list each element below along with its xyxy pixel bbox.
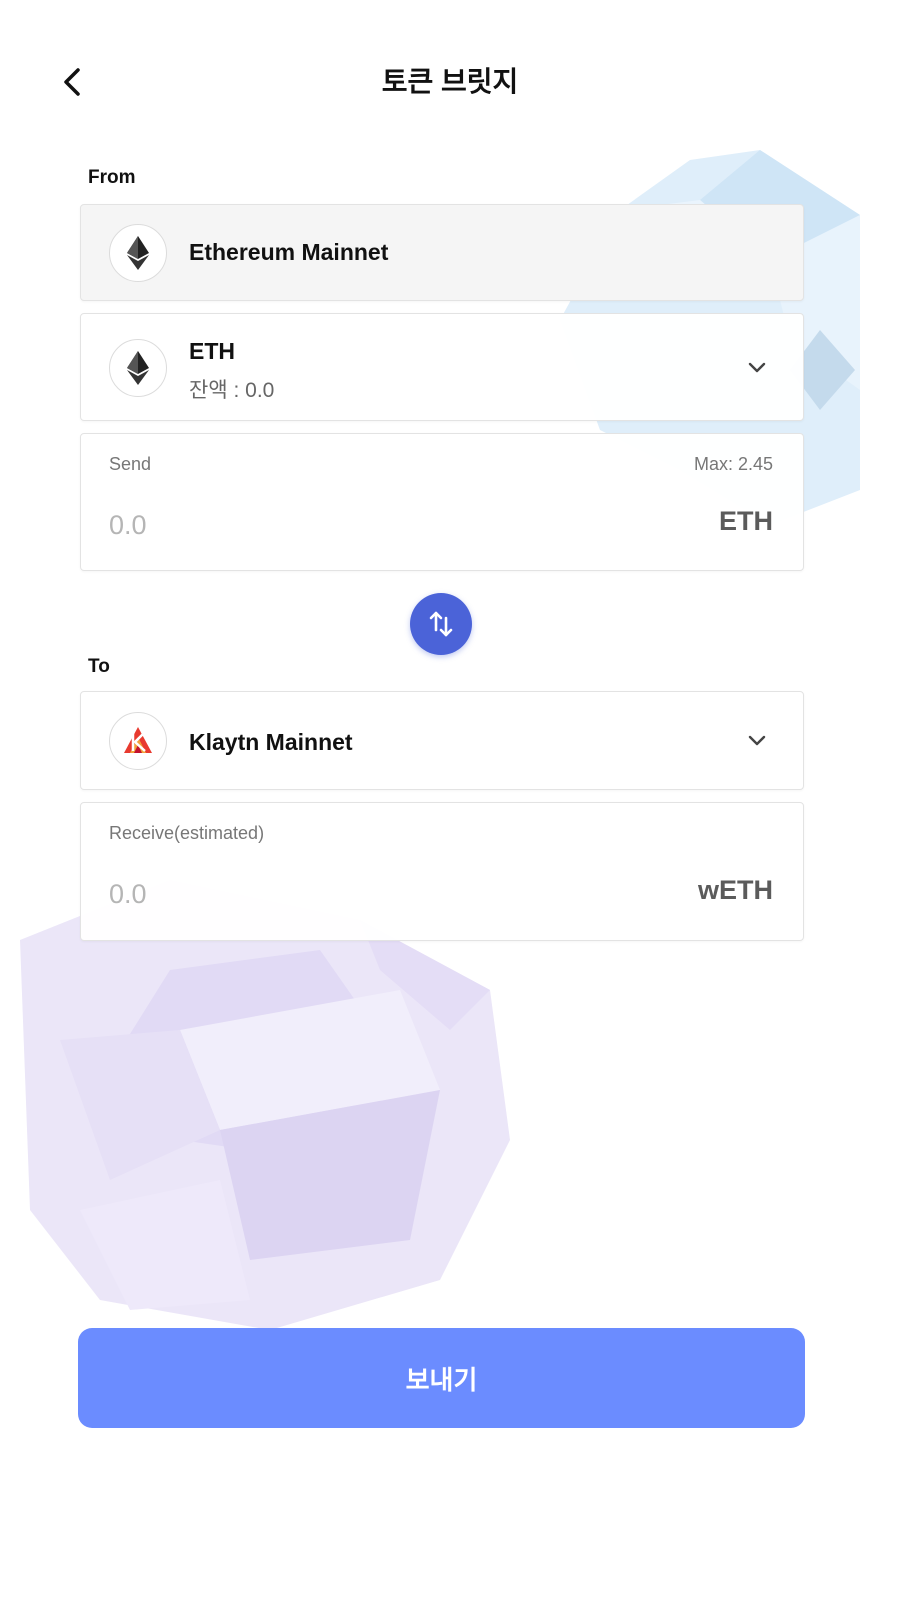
send-button[interactable]: 보내기 (78, 1328, 805, 1428)
swap-arrows-icon (429, 611, 453, 637)
receive-unit: wETH (697, 875, 773, 905)
background-decoration-bottom (20, 880, 510, 1330)
send-unit: ETH (719, 506, 773, 536)
from-section-label: From (88, 167, 136, 188)
to-network-name: Klaytn Mainnet (189, 729, 353, 755)
send-amount-card: Send Max: 2.45 ETH (80, 433, 804, 571)
from-token-selector[interactable]: ETH 잔액 : 0.0 (80, 313, 804, 421)
to-network-selector[interactable]: Klaytn Mainnet (80, 691, 804, 790)
ethereum-icon (109, 224, 167, 282)
max-amount-label[interactable]: Max: 2.45 (694, 454, 773, 475)
from-network-name: Ethereum Mainnet (189, 239, 389, 265)
from-token-symbol: ETH (189, 338, 235, 364)
send-amount-input[interactable] (107, 502, 531, 548)
receive-amount-input (107, 871, 531, 917)
page-title: 토큰 브릿지 (381, 66, 519, 97)
from-network-card: Ethereum Mainnet (80, 204, 804, 301)
klaytn-icon (109, 712, 167, 770)
receive-label: Receive(estimated) (109, 823, 265, 843)
app-header: 토큰 브릿지 (0, 40, 900, 124)
swap-direction-button[interactable] (410, 593, 472, 655)
chevron-down-icon (745, 729, 769, 753)
ethereum-icon (109, 339, 167, 397)
chevron-down-icon (745, 356, 769, 380)
from-token-balance: 잔액 : 0.0 (189, 379, 275, 402)
to-section-label: To (88, 656, 110, 677)
send-label: Send (109, 454, 152, 474)
receive-amount-card: Receive(estimated) wETH (80, 802, 804, 941)
